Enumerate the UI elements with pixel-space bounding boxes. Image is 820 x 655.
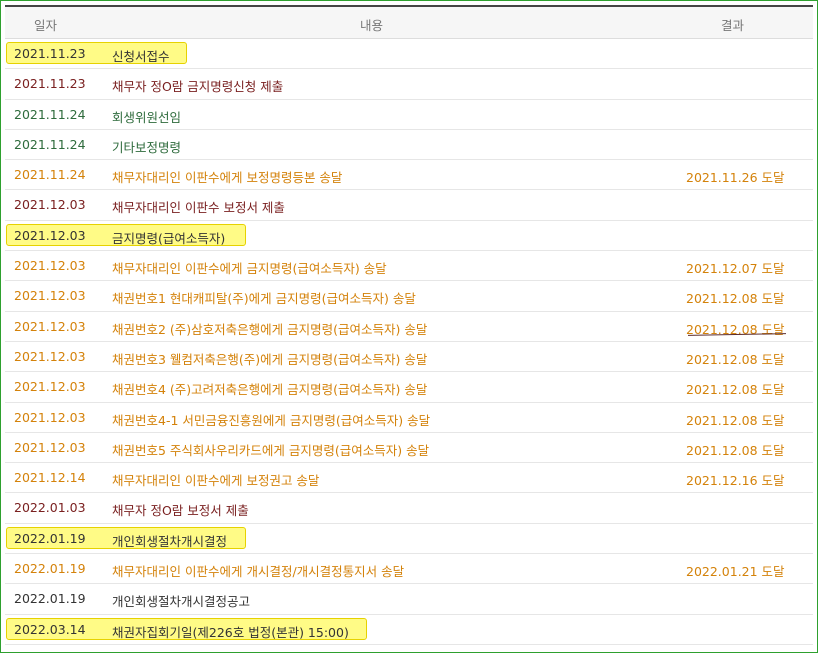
row-result: 2021.12.08 도달 — [686, 412, 785, 428]
table-row: 2021.12.03 채무자대리인 이판수 보정서 제출 — [5, 190, 813, 221]
row-date: 2022.01.19 — [14, 591, 86, 607]
row-content: 채권번호4-1 서민금융진흥원에게 금지명령(급여소득자) 송달 — [112, 412, 431, 428]
row-date: 2021.12.03 — [14, 258, 86, 274]
row-date: 2021.12.14 — [14, 470, 86, 486]
row-date: 2021.11.24 — [14, 106, 86, 122]
row-result: 2021.11.26 도달 — [686, 170, 785, 186]
row-content: 채무자 정O람 보정서 제출 — [112, 503, 249, 519]
row-content: 채무자대리인 이판수에게 개시결정/개시결정통지서 송달 — [112, 564, 405, 580]
row-result: 2021.12.08 도달 — [686, 351, 785, 367]
row-content: 회생위원선임 — [112, 109, 182, 125]
row-date: 2021.12.03 — [14, 318, 86, 334]
row-content: 채무자대리인 이판수에게 금지명령(급여소득자) 송달 — [112, 261, 387, 277]
table-row: 2021.11.24 회생위원선임 — [5, 100, 813, 130]
table-body: 2021.11.23 신청서접수 2021.11.23 채무자 정O람 금지명령… — [5, 39, 813, 645]
row-date: 2021.11.23 — [14, 76, 86, 92]
table-row: 2021.11.24 기타보정명령 — [5, 130, 813, 161]
row-result: 2021.12.08 도달 — [686, 442, 785, 458]
table-header: 일자 내용 결과 — [5, 5, 813, 39]
table-row: 2022.01.03 채무자 정O람 보정서 제출 — [5, 493, 813, 524]
table-row: 2022.01.19 채무자대리인 이판수에게 개시결정/개시결정통지서 송달 … — [5, 554, 813, 585]
row-date: 2021.12.03 — [14, 439, 86, 455]
row-content: 채무자대리인 이판수 보정서 제출 — [112, 200, 285, 216]
row-date: 2021.12.03 — [14, 348, 86, 364]
row-result: 2021.12.08 도달 — [686, 382, 785, 398]
row-content: 채권번호2 (주)삼호저축은행에게 금지명령(급여소득자) 송달 — [112, 321, 428, 337]
row-content: 채무자대리인 이판수에게 보정권고 송달 — [112, 473, 320, 489]
table-row: 2022.03.14 채권자집회기일(제226호 법정(본관) 15:00) — [5, 615, 813, 645]
row-content: 채무자 정O람 금지명령신청 제출 — [112, 79, 284, 95]
table-row: 2022.01.19 개인회생절차개시결정공고 — [5, 584, 813, 615]
row-date: 2021.12.03 — [14, 379, 86, 395]
header-content: 내용 — [360, 18, 384, 33]
table-row: 2021.12.03 채권번호4 (주)고려저축은행에게 금지명령(급여소득자)… — [5, 372, 813, 403]
row-result: 2021.12.16 도달 — [686, 473, 785, 489]
row-content: 채권자집회기일(제226호 법정(본관) 15:00) — [112, 624, 349, 640]
table-row: 2021.12.03 채무자대리인 이판수에게 금지명령(급여소득자) 송달 2… — [5, 251, 813, 282]
row-content: 채권번호4 (주)고려저축은행에게 금지명령(급여소득자) 송달 — [112, 382, 428, 398]
row-date: 2021.12.03 — [14, 409, 86, 425]
table-row: 2021.12.03 채권번호2 (주)삼호저축은행에게 금지명령(급여소득자)… — [5, 312, 813, 342]
row-content: 채무자대리인 이판수에게 보정명령등본 송달 — [112, 170, 343, 186]
table-row: 2021.11.24 채무자대리인 이판수에게 보정명령등본 송달 2021.1… — [5, 160, 813, 191]
row-content: 채권번호1 현대캐피탈(주)에게 금지명령(급여소득자) 송달 — [112, 291, 416, 307]
table-row: 2022.01.19 개인회생절차개시결정 — [5, 524, 813, 555]
table-row: 2021.12.03 금지명령(급여소득자) — [5, 221, 813, 252]
row-date: 2021.12.03 — [14, 197, 86, 213]
row-content: 채권번호5 주식회사우리카드에게 금지명령(급여소득자) 송달 — [112, 442, 430, 458]
table-row: 2021.12.03 채권번호1 현대캐피탈(주)에게 금지명령(급여소득자) … — [5, 281, 813, 312]
row-content: 신청서접수 — [112, 49, 170, 64]
row-date: 2021.11.24 — [14, 136, 86, 152]
row-content: 금지명령(급여소득자) — [112, 230, 226, 246]
row-content: 개인회생절차개시결정 — [112, 533, 228, 549]
table-row: 2021.11.23 채무자 정O람 금지명령신청 제출 — [5, 69, 813, 100]
row-content: 채권번호3 웰컴저축은행(주)에게 금지명령(급여소득자) 송달 — [112, 351, 428, 367]
table-row: 2021.12.03 채권번호4-1 서민금융진흥원에게 금지명령(급여소득자)… — [5, 403, 813, 433]
row-date: 2021.12.03 — [14, 288, 86, 304]
table-row: 2021.12.14 채무자대리인 이판수에게 보정권고 송달 2021.12.… — [5, 463, 813, 494]
header-result: 결과 — [721, 18, 745, 33]
row-result: 2021.12.08 도달 — [686, 291, 785, 307]
row-date: 2022.03.14 — [14, 621, 86, 637]
row-content: 기타보정명령 — [112, 139, 182, 155]
row-date: 2021.12.03 — [14, 227, 86, 243]
row-date: 2022.01.03 — [14, 500, 86, 516]
row-content: 개인회생절차개시결정공고 — [112, 594, 251, 610]
table-row: 2021.12.03 채권번호3 웰컴저축은행(주)에게 금지명령(급여소득자)… — [5, 342, 813, 373]
table-row: 2021.12.03 채권번호5 주식회사우리카드에게 금지명령(급여소득자) … — [5, 433, 813, 464]
row-date: 2021.11.23 — [14, 46, 86, 61]
header-date: 일자 — [34, 18, 58, 33]
row-result: 2021.12.07 도달 — [686, 261, 785, 277]
table-row: 2021.11.23 신청서접수 — [5, 39, 813, 70]
row-date: 2021.11.24 — [14, 167, 86, 183]
row-date: 2022.01.19 — [14, 561, 86, 577]
row-date: 2022.01.19 — [14, 530, 86, 546]
row-result: 2022.01.21 도달 — [686, 564, 785, 580]
